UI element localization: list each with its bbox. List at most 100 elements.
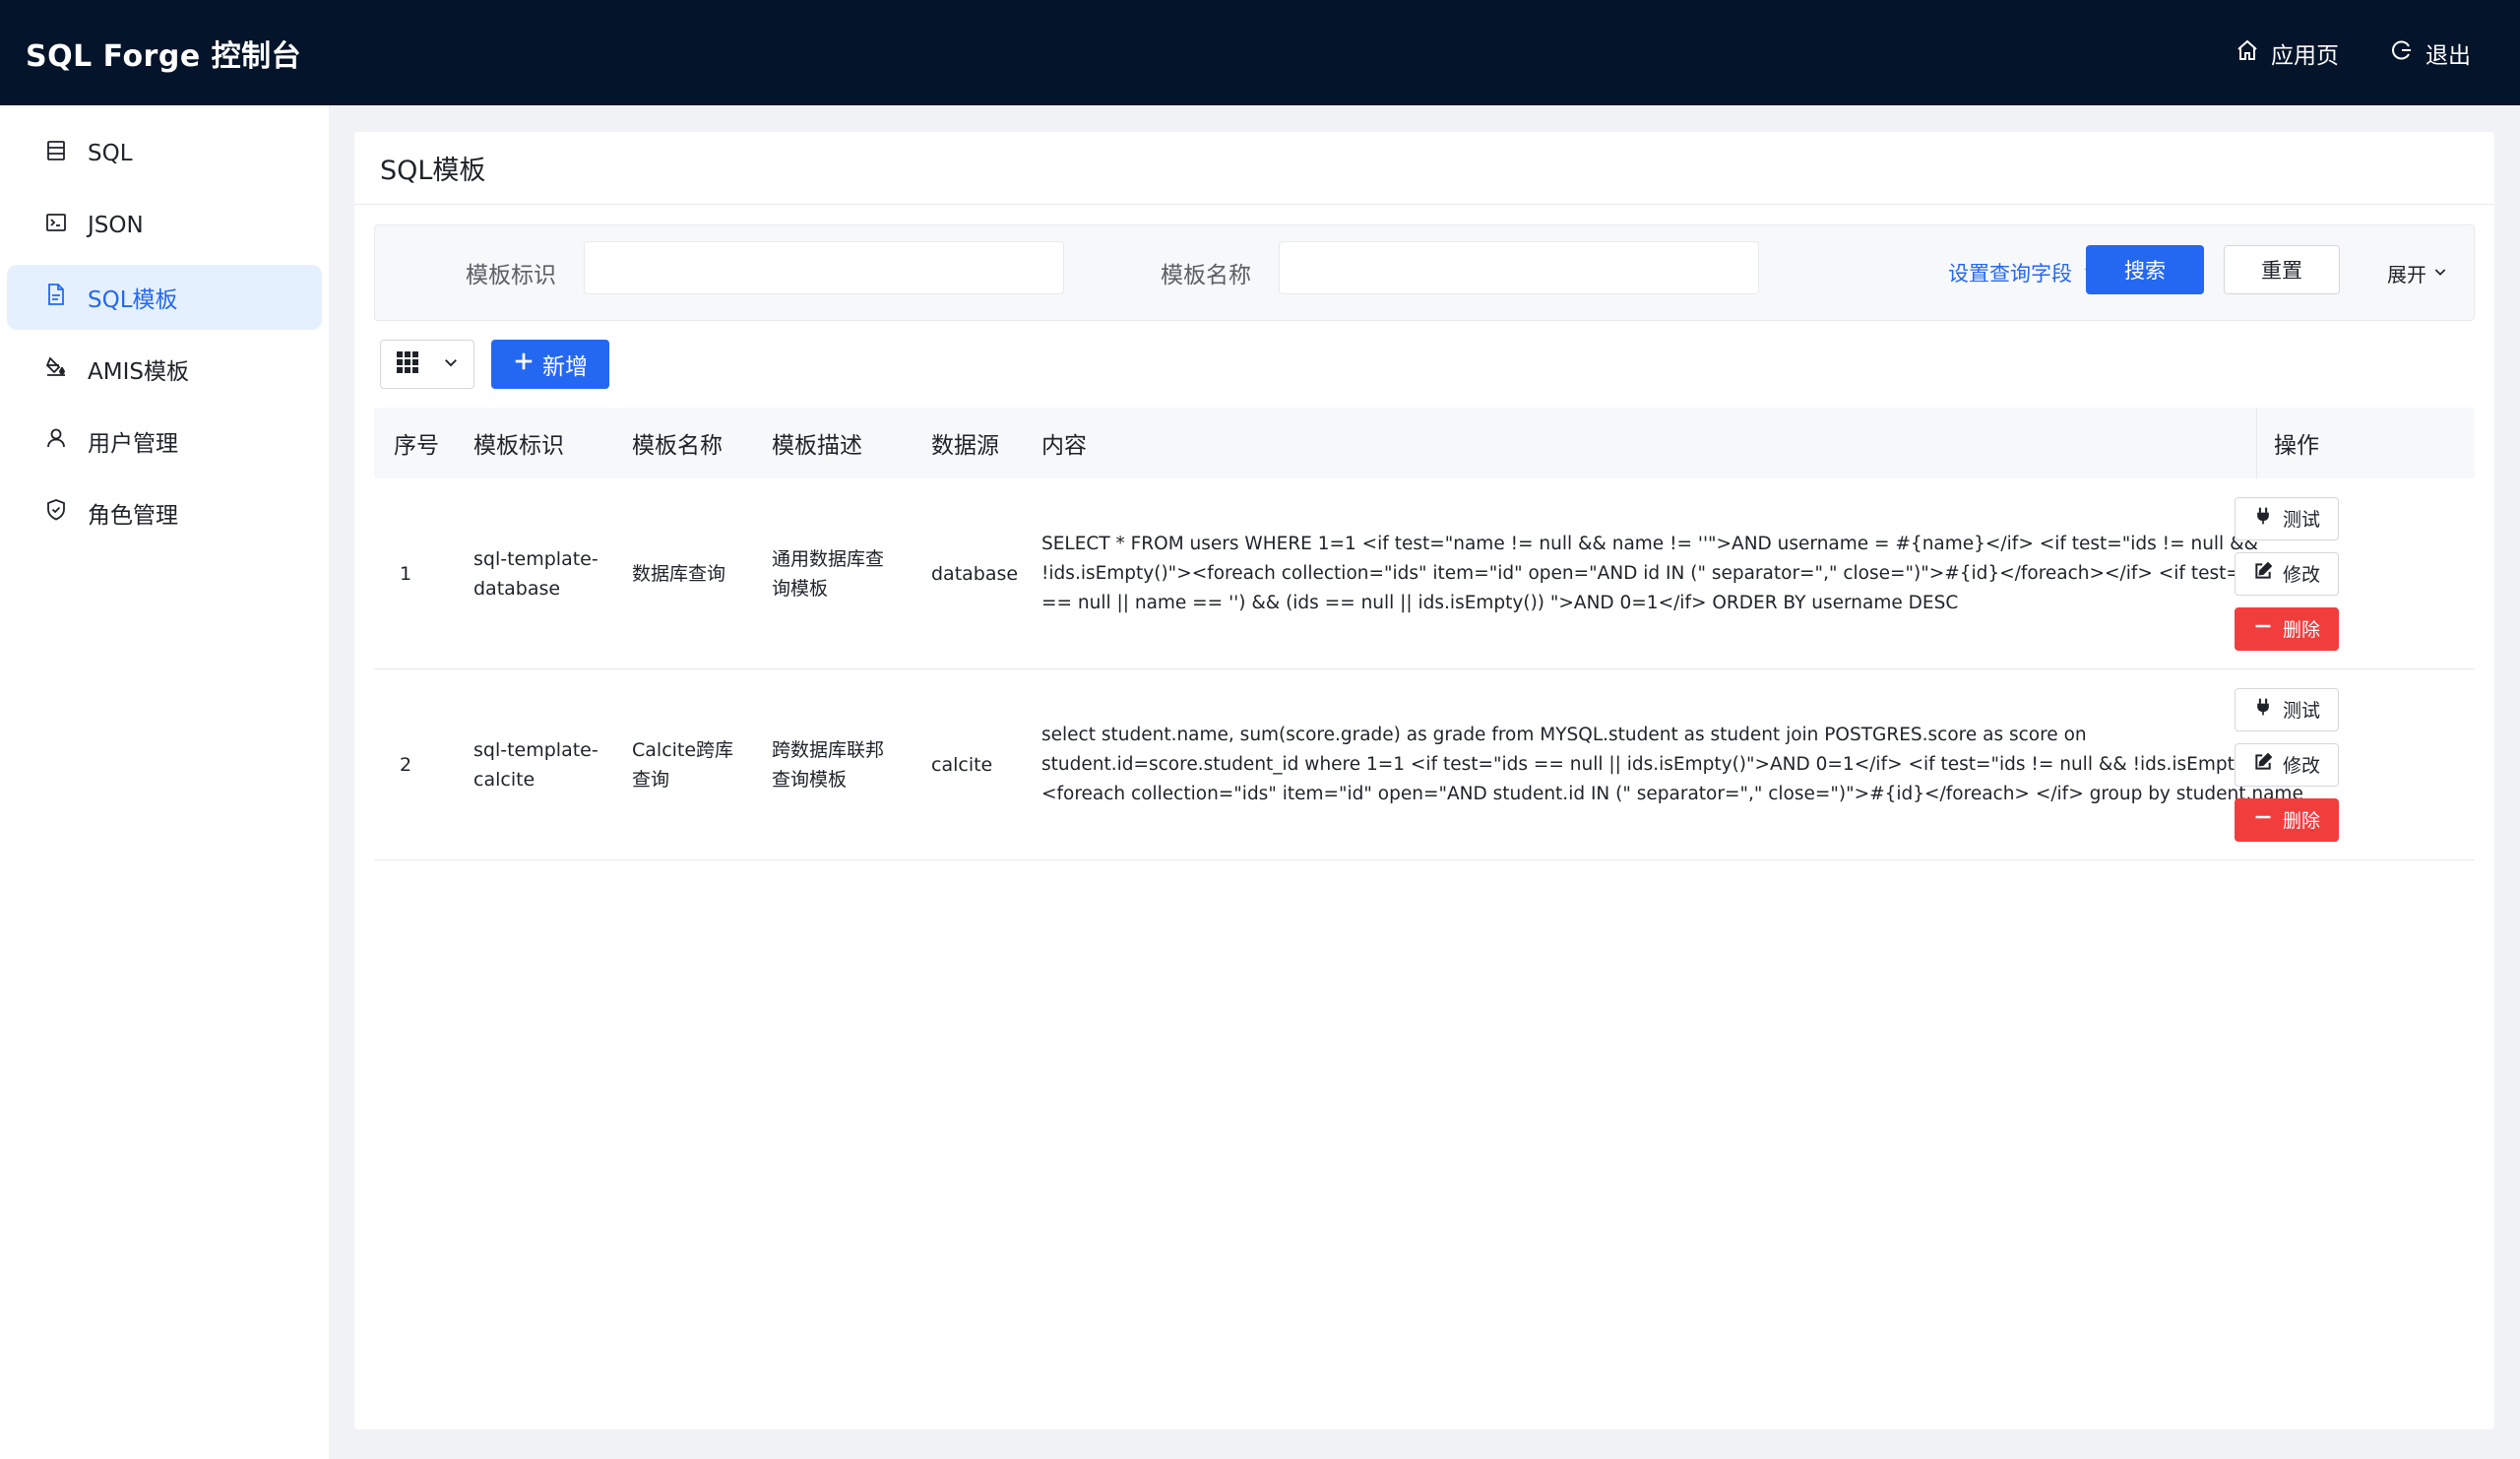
logout-link[interactable]: 退出	[2390, 36, 2471, 70]
column-toggle-button[interactable]	[380, 340, 474, 389]
list-icon	[44, 139, 68, 168]
table-row: 2 sql-template- calcite Calcite跨库 查询 跨数据…	[374, 669, 2475, 860]
test-button-label: 测试	[2282, 509, 2320, 531]
delete-button-label: 删除	[2282, 619, 2320, 641]
chevron-down-icon	[2432, 261, 2448, 285]
cell-description-line: 查询模板	[772, 768, 848, 791]
sidebar-item-amis-template[interactable]: AMIS模板	[7, 337, 322, 402]
edit-button[interactable]: 修改	[2235, 551, 2339, 596]
template-id-input[interactable]	[584, 241, 1064, 294]
cell-name-line: Calcite跨库	[632, 738, 734, 761]
shield-icon	[44, 498, 68, 528]
sidebar-item-sql-template[interactable]: SQL模板	[7, 265, 322, 330]
cell-datasource: calcite	[931, 753, 993, 776]
reset-button[interactable]: 重置	[2224, 245, 2340, 294]
edit-button-label: 修改	[2282, 755, 2320, 777]
sidebar-item-label: 角色管理	[88, 503, 178, 529]
cell-content-line: <foreach collection="ids" item="id" open…	[1041, 783, 2303, 804]
cell-content-line: !ids.isEmpty()"><foreach collection="ids…	[1041, 562, 2309, 584]
plug-icon	[2253, 697, 2273, 722]
paint-bucket-icon	[44, 354, 68, 384]
table-header: 序号 模板标识 模板名称 模板描述 数据源 内容 操作	[374, 408, 2475, 478]
cell-description-line: 跨数据库联邦	[772, 738, 885, 761]
sidebar-item-label: JSON	[88, 213, 144, 238]
grid-icon	[397, 351, 418, 377]
top-navbar: SQL Forge 控制台 应用页 退出	[0, 0, 2520, 105]
cell-identifier-line: calcite	[473, 768, 536, 791]
cell-name: 数据库查询	[632, 562, 726, 585]
search-button[interactable]: 搜索	[2086, 245, 2204, 294]
sidebar-item-label: 用户管理	[88, 431, 178, 457]
cell-content-line: SELECT * FROM users WHERE 1=1 <if test="…	[1041, 533, 2258, 554]
app-page-link[interactable]: 应用页	[2236, 36, 2339, 70]
plug-icon	[2253, 506, 2273, 531]
expand-label: 展开	[2387, 262, 2426, 286]
file-icon	[44, 283, 68, 312]
table-row: 1 sql-template- database 数据库查询 通用数据库查 询模…	[374, 478, 2475, 669]
edit-icon	[2253, 561, 2273, 586]
cell-index: 2	[400, 753, 412, 776]
cell-description-line: 询模板	[772, 577, 829, 600]
cell-datasource: database	[931, 562, 1019, 585]
cell-content-line: == null || name == '') && (ids == null |…	[1041, 592, 1959, 613]
cell-name: Calcite跨库 查询	[632, 669, 733, 859]
column-header-name: 模板名称	[632, 433, 723, 459]
logout-icon	[2390, 38, 2414, 68]
minus-icon	[2253, 616, 2273, 641]
delete-button-label: 删除	[2282, 810, 2320, 832]
search-form: 模板标识 模板名称 设置查询字段 搜索 重置 展开	[374, 224, 2475, 321]
logout-label: 退出	[2426, 42, 2471, 69]
set-query-fields-label: 设置查询字段	[1948, 262, 2072, 285]
sidebar-item-sql[interactable]: SQL	[7, 121, 322, 186]
cell-content-line: select student.name, sum(score.grade) as…	[1041, 724, 2087, 745]
column-header-description: 模板描述	[772, 433, 862, 459]
cell-description: 通用数据库查 询模板	[772, 478, 884, 668]
template-name-label: 模板名称	[1161, 263, 1251, 288]
column-header-datasource: 数据源	[931, 433, 999, 459]
template-name-input[interactable]	[1279, 241, 1759, 294]
chevron-down-icon	[442, 353, 460, 375]
cell-content: SELECT * FROM users WHERE 1=1 <if test="…	[1041, 478, 2308, 668]
edit-button[interactable]: 修改	[2235, 742, 2339, 787]
row-actions: 测试 修改 删除	[2235, 478, 2339, 668]
delete-button[interactable]: 删除	[2235, 606, 2339, 651]
user-icon	[44, 426, 68, 456]
column-header-index: 序号	[394, 433, 439, 459]
cell-index: 1	[400, 562, 412, 585]
page-title: SQL模板	[354, 132, 2494, 205]
template-id-label: 模板标识	[466, 263, 556, 288]
expand-toggle[interactable]: 展开	[2387, 225, 2448, 320]
delete-button[interactable]: 删除	[2235, 797, 2339, 842]
test-button[interactable]: 测试	[2235, 496, 2339, 540]
test-button[interactable]: 测试	[2235, 687, 2339, 731]
column-header-identifier: 模板标识	[473, 433, 564, 459]
set-query-fields-dropdown[interactable]: 设置查询字段	[1948, 225, 2100, 320]
cell-content-line: student.id=score.student_id where 1=1 <i…	[1041, 753, 2284, 775]
terminal-icon	[44, 211, 68, 240]
minus-icon	[2253, 807, 2273, 832]
plus-icon	[513, 350, 535, 378]
sidebar-item-user-management[interactable]: 用户管理	[7, 409, 322, 474]
column-header-actions: 操作	[2274, 433, 2319, 459]
app-title: SQL Forge 控制台	[26, 38, 302, 74]
sidebar-item-label: SQL模板	[88, 287, 178, 313]
column-header-content: 内容	[1041, 433, 1087, 459]
main-panel: SQL模板 模板标识 模板名称 设置查询字段 搜索 重置 展开 新增 序号 模板…	[354, 132, 2494, 1429]
cell-description-line: 通用数据库查	[772, 547, 885, 570]
home-icon	[2236, 38, 2259, 68]
add-button[interactable]: 新增	[491, 340, 609, 389]
cell-name-line: 查询	[632, 768, 670, 791]
cell-identifier-line: sql-template-	[473, 738, 598, 761]
sidebar-item-json[interactable]: JSON	[7, 193, 322, 258]
top-actions: 应用页 退出	[2236, 0, 2471, 105]
cell-content: select student.name, sum(score.grade) as…	[1041, 669, 2303, 859]
column-divider	[2256, 408, 2257, 478]
sidebar-item-label: AMIS模板	[88, 359, 189, 385]
test-button-label: 测试	[2282, 700, 2320, 722]
edit-button-label: 修改	[2282, 564, 2320, 586]
sidebar-item-role-management[interactable]: 角色管理	[7, 480, 322, 545]
cell-description: 跨数据库联邦 查询模板	[772, 669, 884, 859]
row-actions: 测试 修改 删除	[2235, 669, 2339, 859]
add-button-label: 新增	[542, 354, 588, 380]
cell-identifier: sql-template- database	[473, 478, 598, 668]
